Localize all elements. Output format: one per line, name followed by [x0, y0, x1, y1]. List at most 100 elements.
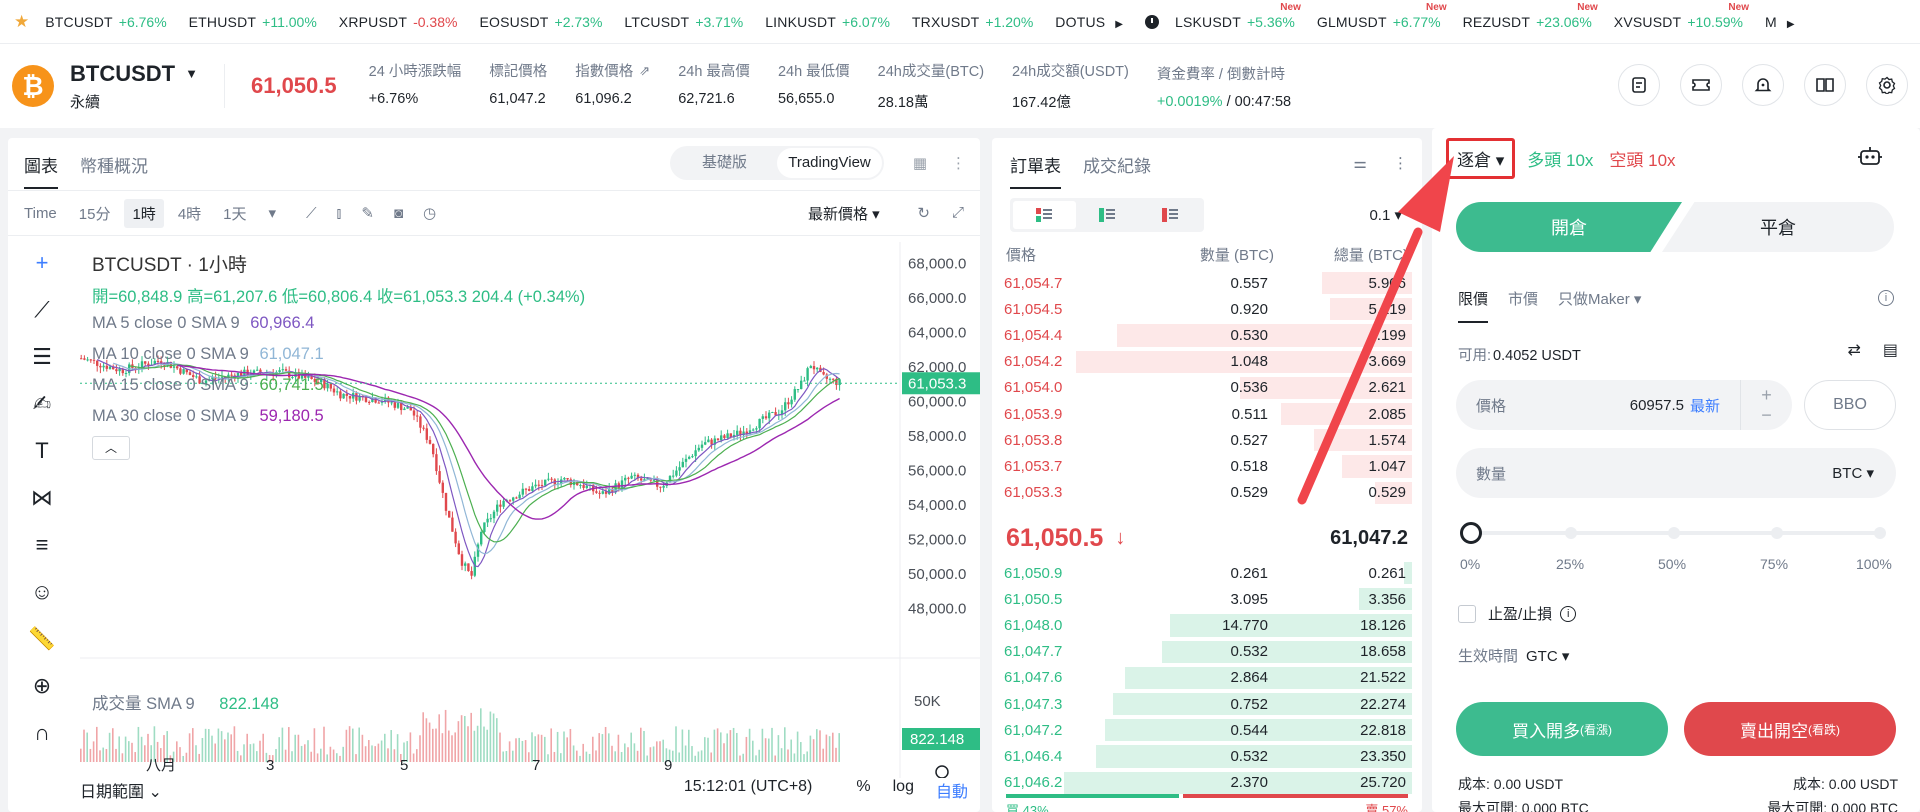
bid-row[interactable]: 61,047.6 2.864 21.522 — [1002, 665, 1412, 691]
ticker-item[interactable]: BTCUSDT +6.76% — [45, 14, 166, 30]
fullscreen-icon[interactable]: ⤢ — [952, 204, 964, 222]
trend-line-icon[interactable]: ⟋ — [24, 297, 60, 344]
mode-both-icon[interactable] — [1013, 201, 1076, 229]
close-position-tab[interactable]: 平倉 — [1662, 202, 1894, 252]
slider-step-75[interactable] — [1771, 527, 1783, 539]
bid-row[interactable]: 61,046.4 0.532 23.350 — [1002, 743, 1412, 769]
ticker-item[interactable]: M ▶ — [1765, 14, 1795, 30]
minus-icon[interactable]: − — [1761, 405, 1772, 425]
precision-select[interactable]: 0.1 ▾ — [1369, 206, 1402, 224]
notes-icon[interactable] — [1618, 64, 1660, 106]
tab-orderbook[interactable]: 訂單表 — [1010, 152, 1061, 189]
fib-icon[interactable]: ≡ — [24, 532, 60, 579]
bid-row[interactable]: 61,047.3 0.752 22.274 — [1002, 691, 1412, 717]
auto-toggle[interactable]: 自動 — [936, 778, 968, 802]
horizontal-lines-icon[interactable]: ☰ — [24, 344, 60, 391]
legend-collapse-button[interactable]: ︿ — [92, 436, 130, 460]
ask-row[interactable]: 61,053.8 0.527 1.574 — [1002, 427, 1412, 453]
favorite-star-icon[interactable]: ★ — [14, 12, 29, 32]
ticker-item[interactable]: REZUSDT +23.06% New — [1463, 2, 1598, 30]
trading-bot-icon[interactable] — [1858, 146, 1882, 172]
info-icon[interactable]: i — [1878, 290, 1894, 306]
ticker-item[interactable]: XVSUSDT +10.59% New — [1614, 2, 1749, 30]
more-dots-icon[interactable]: ⋮ — [1393, 154, 1408, 172]
ticker-scroll-arrow-icon[interactable]: ▶ — [1115, 19, 1123, 30]
bid-row[interactable]: 61,050.5 3.095 3.356 — [1002, 586, 1412, 612]
ask-row[interactable]: 61,053.9 0.511 2.085 — [1002, 401, 1412, 427]
settings-gear-icon[interactable] — [1866, 64, 1908, 106]
emoji-icon[interactable]: ☺ — [24, 579, 60, 626]
slider-step-50[interactable] — [1668, 527, 1680, 539]
price-value[interactable]: 60957.5 — [1630, 397, 1684, 414]
alarm-clock-icon[interactable]: ◷ — [423, 204, 436, 222]
bid-row[interactable]: 61,047.7 0.532 18.658 — [1002, 639, 1412, 665]
quantity-unit-select[interactable]: BTC ▾ — [1832, 464, 1874, 482]
calculator-icon[interactable]: ▤ — [1883, 340, 1898, 360]
bbo-button[interactable]: BBO — [1804, 380, 1896, 430]
interval-dropdown-icon[interactable]: ▾ — [269, 204, 277, 222]
ask-row[interactable]: 61,054.0 0.536 2.621 — [1002, 375, 1412, 401]
mode-bids-icon[interactable] — [1076, 201, 1139, 229]
price-type-select[interactable]: 最新價格 ▾ — [808, 203, 880, 224]
brush-icon[interactable]: ✍ — [24, 391, 60, 438]
tpsl-info-icon[interactable]: i — [1560, 605, 1577, 622]
pattern-icon[interactable]: ⋈ — [24, 485, 60, 532]
bid-row[interactable]: 61,046.2 2.370 25.720 — [1002, 770, 1412, 796]
long-leverage[interactable]: 多頭 10x — [1527, 146, 1593, 171]
quantity-input[interactable]: 數量 BTC ▾ — [1456, 448, 1896, 498]
ticker-item[interactable]: XRPUSDT -0.38% — [339, 14, 458, 30]
open-position-tab[interactable]: 開倉 — [1456, 202, 1682, 252]
ticker-item[interactable]: LINKUSDT +6.07% — [765, 14, 890, 30]
buy-long-button[interactable]: 買入開多 (看漲) — [1456, 702, 1668, 756]
grid-layout-icon[interactable]: ▦ — [913, 154, 927, 172]
tab-chart[interactable]: 圖表 — [24, 152, 58, 189]
draw-pencil-icon[interactable]: ✎ — [361, 204, 374, 222]
ticker-item[interactable]: LSKUSDT +5.36% New — [1175, 2, 1301, 30]
log-toggle[interactable]: log — [893, 778, 914, 802]
guide-book-icon[interactable] — [1804, 64, 1846, 106]
order-type-limit[interactable]: 限價 — [1458, 288, 1489, 323]
magnet-icon[interactable]: ∩ — [24, 720, 60, 767]
margin-mode-select[interactable]: 逐倉 ▾ — [1446, 138, 1516, 179]
external-link-icon[interactable]: ⇗ — [639, 63, 650, 79]
candle-type-icon[interactable]: ⫾ — [337, 205, 342, 222]
bid-row[interactable]: 61,047.2 0.544 22.818 — [1002, 717, 1412, 743]
interval-1h[interactable]: 1時 — [124, 198, 164, 228]
percent-toggle[interactable]: % — [856, 778, 870, 802]
ticker-item[interactable]: TRXUSDT +1.20% — [912, 14, 1033, 30]
refresh-icon[interactable]: ↻ — [917, 204, 930, 222]
tab-overview[interactable]: 幣種概況 — [80, 152, 148, 189]
ticker-scroll-arrow-icon[interactable]: ▶ — [1787, 19, 1795, 30]
interval-4h[interactable]: 4時 — [178, 203, 201, 224]
short-leverage[interactable]: 空頭 10x — [1609, 146, 1675, 171]
plus-icon[interactable]: + — [1761, 385, 1772, 405]
zoom-in-icon[interactable]: ⊕ — [24, 673, 60, 720]
text-tool-icon[interactable]: T — [24, 438, 60, 485]
more-dots-icon[interactable]: ⋮ — [951, 154, 966, 172]
price-input[interactable]: 價格 60957.5 最新 + − — [1456, 380, 1792, 430]
coupon-icon[interactable] — [1680, 64, 1722, 106]
bid-row[interactable]: 61,048.0 14.770 18.126 — [1002, 612, 1412, 638]
tpsl-checkbox[interactable] — [1458, 604, 1476, 623]
ticker-item[interactable]: DOTUS ▶ — [1055, 14, 1123, 30]
slider-handle[interactable] — [1460, 522, 1482, 544]
crosshair-icon[interactable]: + — [24, 250, 60, 297]
ask-row[interactable]: 61,054.2 1.048 3.669 — [1002, 349, 1412, 375]
interval-time[interactable]: Time — [24, 205, 57, 222]
ticker-item[interactable]: EOSUSDT +2.73% — [479, 14, 602, 30]
ruler-icon[interactable]: 📏 — [24, 626, 60, 673]
latest-price-tag[interactable]: 最新 — [1690, 395, 1720, 416]
order-type-market[interactable]: 市價 — [1508, 288, 1538, 323]
ticker-item[interactable]: GLMUSDT +6.77% New — [1317, 2, 1447, 30]
view-tradingview[interactable]: TradingView — [777, 148, 882, 178]
slider-step-25[interactable] — [1565, 527, 1577, 539]
ask-row[interactable]: 61,053.7 0.518 1.047 — [1002, 453, 1412, 479]
order-type-maker[interactable]: 只做Maker ▾ — [1558, 288, 1641, 323]
ask-row[interactable]: 61,054.7 0.557 5.906 — [1002, 270, 1412, 296]
slider-step-100[interactable] — [1874, 527, 1886, 539]
ask-row[interactable]: 61,053.3 0.529 0.529 — [1002, 480, 1412, 506]
indicator-icon[interactable]: ⟋ — [306, 205, 317, 222]
ticker-item[interactable]: LTCUSDT +3.71% — [624, 14, 743, 30]
filter-sliders-icon[interactable]: ⚌ — [1354, 154, 1367, 172]
symbol-selector[interactable]: BTCUSDT ▼ 永續 — [70, 61, 198, 112]
